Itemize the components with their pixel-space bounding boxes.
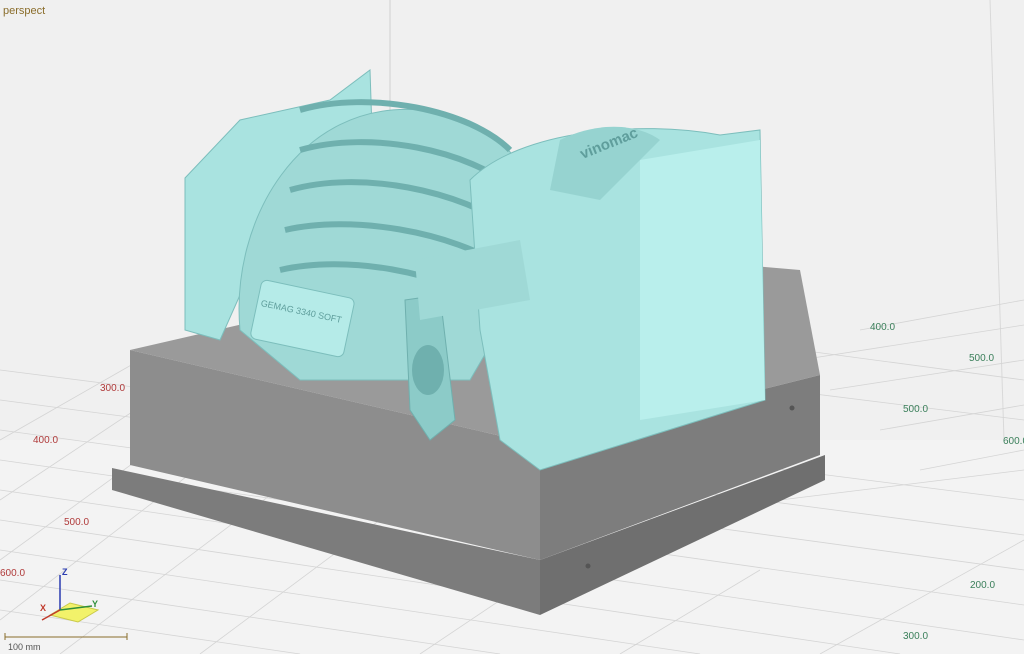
view-mode-label: perspect	[3, 5, 46, 17]
3d-viewport[interactable]: perspect 300.0 400.0 500.0 600.0 400.0 5…	[0, 0, 1024, 654]
grid-label-right-300: 300.0	[903, 631, 929, 642]
grid-label-right-500-b: 500.0	[903, 404, 929, 415]
axis-z-label: Z	[62, 567, 68, 577]
grid-label-left-600: 600.0	[0, 568, 26, 579]
grid-label-left-500: 500.0	[64, 517, 90, 528]
axis-triad	[41, 575, 100, 623]
axis-y-label: Y	[92, 599, 99, 609]
grid-label-right-400: 400.0	[870, 322, 896, 333]
scale-bar-label: 100 mm	[8, 642, 41, 652]
grid-label-left-300: 300.0	[100, 383, 126, 394]
grid-label-left-400: 400.0	[33, 435, 59, 446]
grid-label-right-500-a: 500.0	[969, 353, 995, 364]
scale-bar	[4, 633, 128, 640]
axis-x-label: X	[40, 603, 47, 613]
grid-label-right-200: 200.0	[970, 580, 996, 591]
grid-label-right-600: 600.0	[1003, 436, 1024, 447]
